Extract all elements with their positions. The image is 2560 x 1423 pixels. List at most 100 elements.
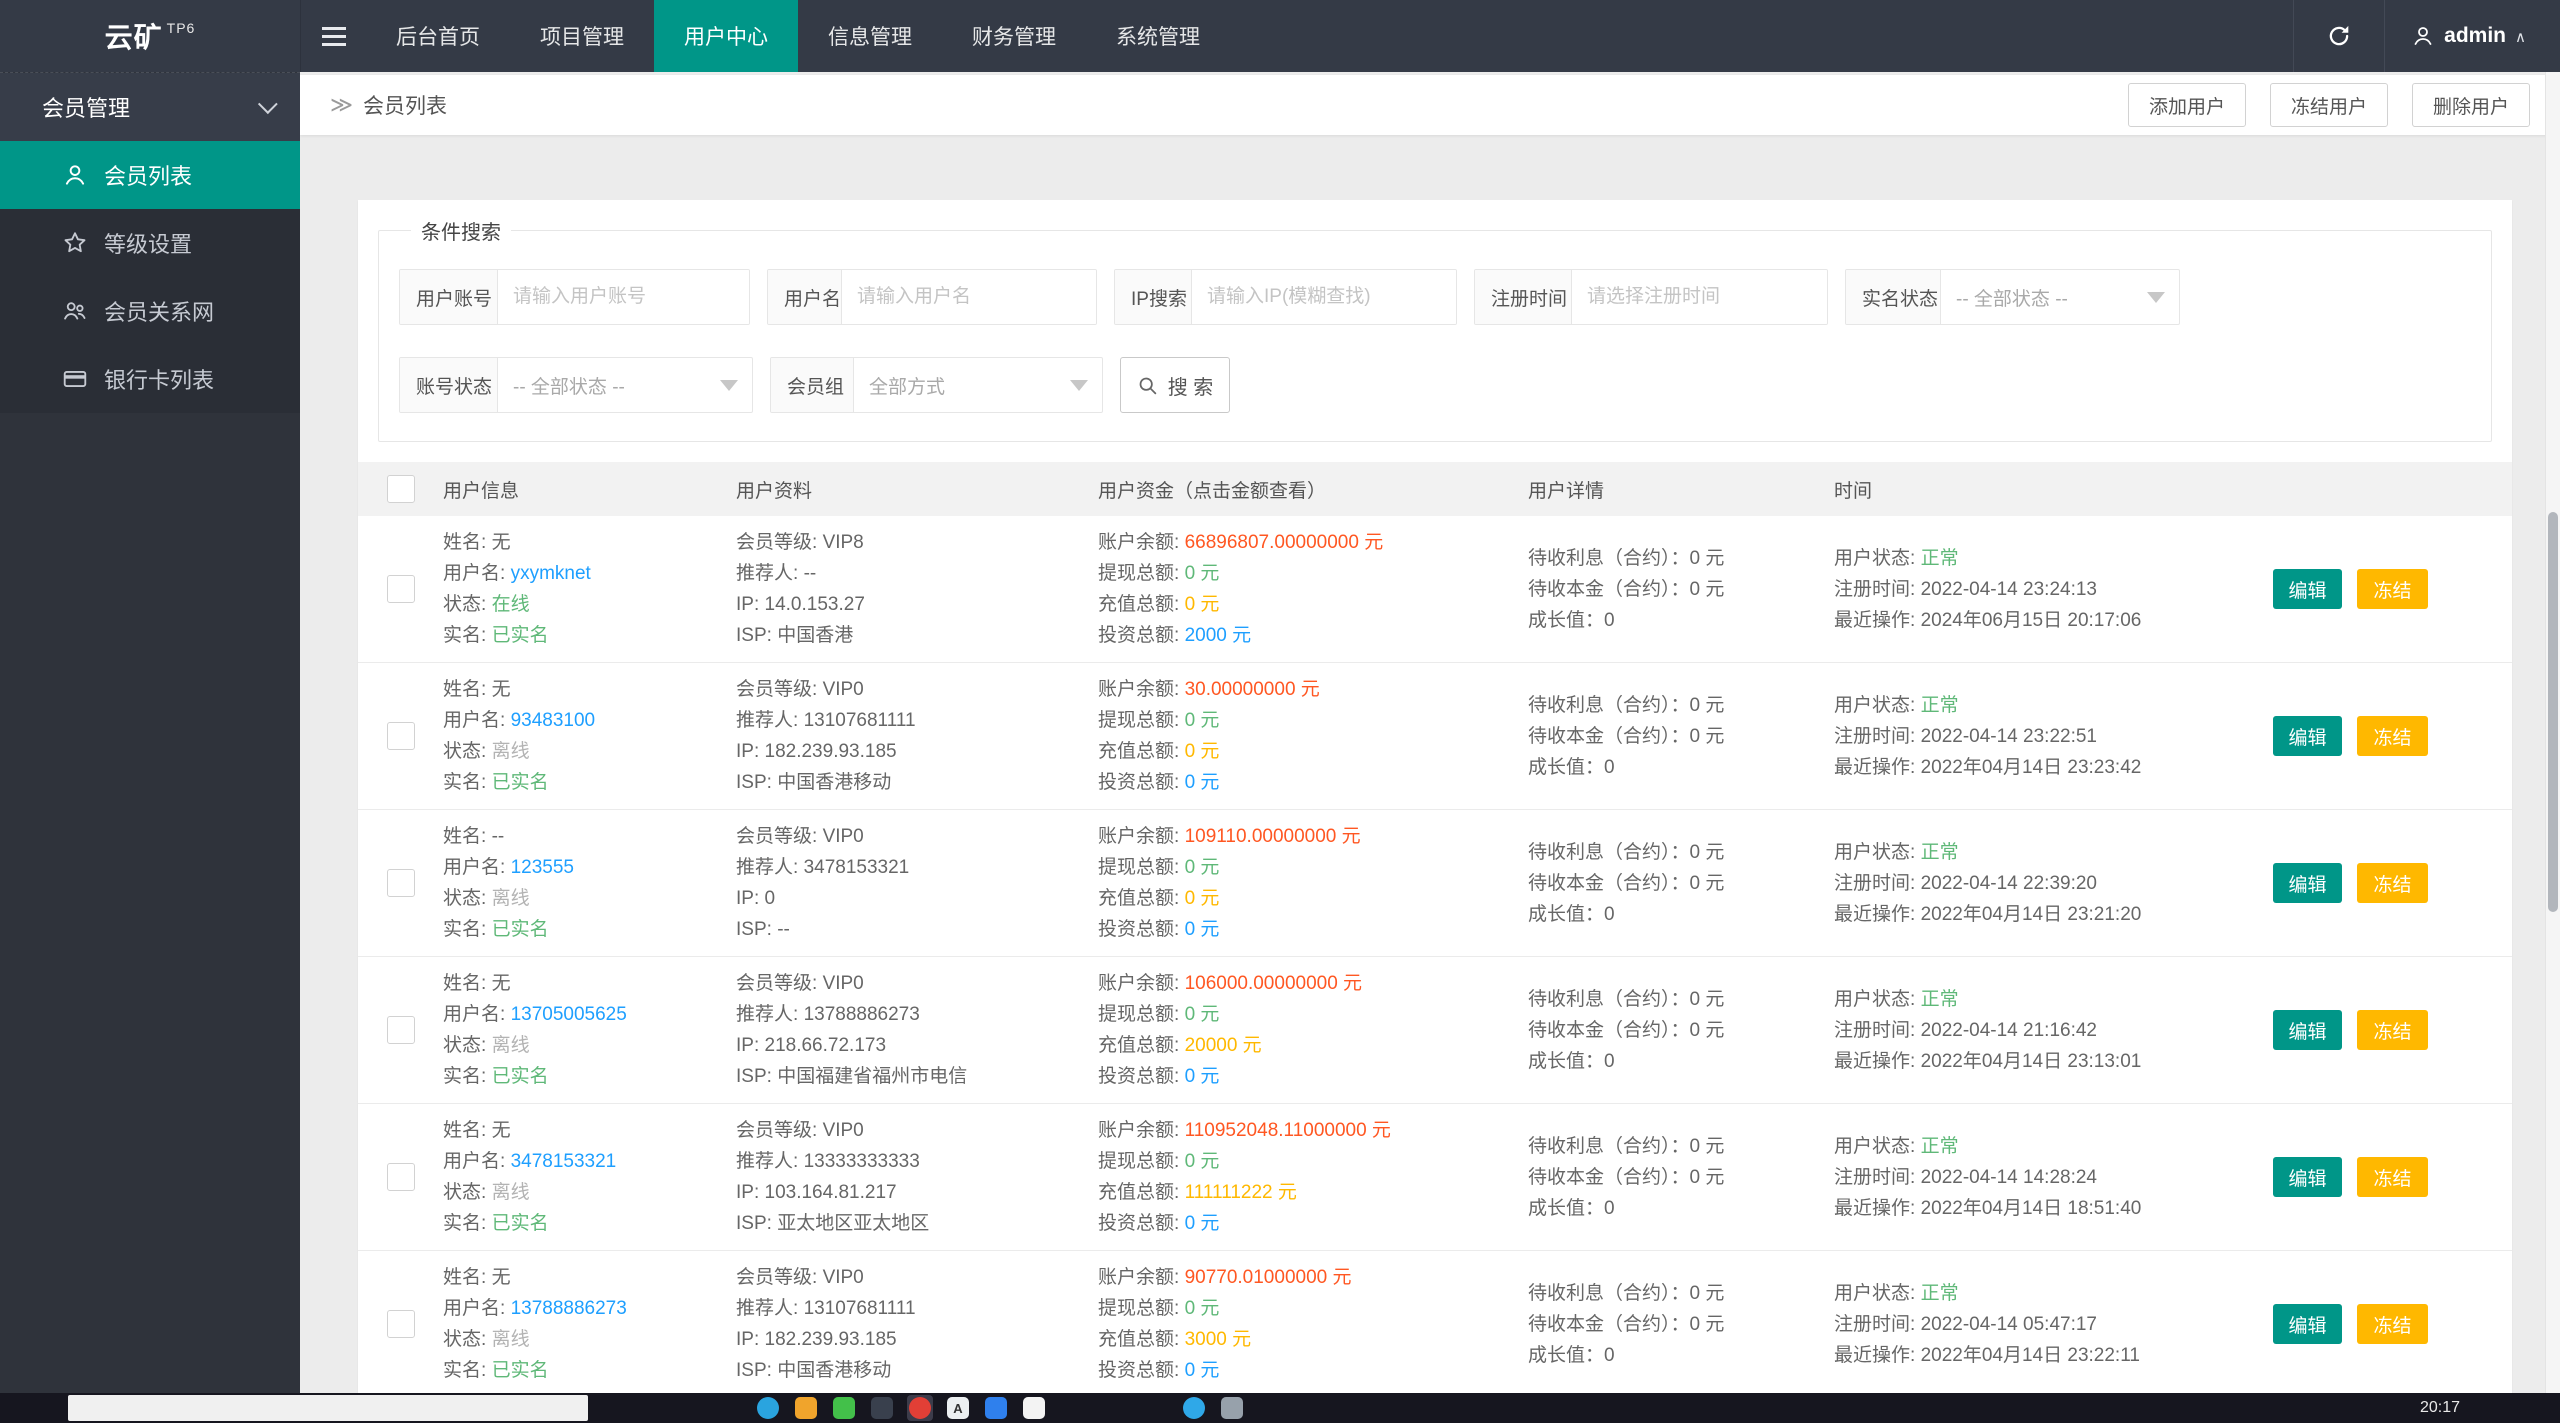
freeze-button[interactable]: 冻结 [2357,716,2428,756]
sidebar-item-会员列表[interactable]: 会员列表 [0,141,300,209]
edit-button[interactable]: 编辑 [2273,1157,2342,1197]
field-status: 状态: 离线 [443,1324,736,1355]
field-recharge: 充值总额: 0 元 [1098,736,1528,767]
nav-item-用户中心[interactable]: 用户中心 [654,0,798,72]
sidebar-group-member-management[interactable]: 会员管理 [0,73,300,141]
dark-app-icon[interactable] [871,1397,893,1419]
row-checkbox[interactable] [387,1163,415,1191]
member-row: 姓名: 无用户名: 93483100状态: 离线实名: 已实名会员等级: VIP… [358,663,2512,810]
field-reg_time: 注册时间: 2022-04-14 14:28:24 [1834,1162,2262,1193]
page-action-冻结用户[interactable]: 冻结用户 [2270,83,2388,127]
menu-collapse-icon[interactable] [300,0,366,72]
blue-app-icon[interactable] [985,1397,1007,1419]
field-label: 账户余额: [1098,532,1185,553]
red-browser-app-icon[interactable] [909,1397,931,1419]
orange-app-icon[interactable] [795,1397,817,1419]
field-value[interactable]: 13788886273 [511,1298,627,1319]
page-action-添加用户[interactable]: 添加用户 [2128,83,2246,127]
field-label: 最近操作: [1834,1051,1921,1072]
search-button[interactable]: 搜 索 [1120,357,1230,413]
table-header: 用户信息用户资料用户资金（点击金额查看）用户详情时间 [358,462,2512,516]
search-input-用户名[interactable] [842,270,1096,324]
row-checkbox[interactable] [387,869,415,897]
field-referrer: 推荐人: 13333333333 [736,1146,1098,1177]
select-value-会员组[interactable]: 全部方式 [854,358,1070,412]
sidebar-item-银行卡列表[interactable]: 银行卡列表 [0,345,300,413]
field-value: 109110.00000000 元 [1185,826,1361,847]
telegram-app-icon[interactable] [757,1397,779,1419]
row-checkbox[interactable] [387,1310,415,1338]
freeze-button[interactable]: 冻结 [2357,863,2428,903]
nav-item-财务管理[interactable]: 财务管理 [942,0,1086,72]
row-actions-cell: 编辑冻结 [2262,1304,2512,1344]
field-value: 亚太地区亚太地区 [777,1213,929,1234]
field-value: 0 元 [1185,594,1220,615]
sidebar-item-会员关系网[interactable]: 会员关系网 [0,277,300,345]
field-balance: 账户余额: 30.00000000 元 [1098,674,1528,705]
field-label: 投资总额: [1098,1213,1185,1234]
breadcrumb-arrow-icon: ≫ [330,92,353,118]
field-label: 最近操作: [1834,904,1921,925]
edit-button[interactable]: 编辑 [2273,716,2342,756]
user-detail-cell: 待收利息（合约）：0 元待收本金（合约）：0 元成长值：0 [1528,1278,1834,1371]
nav-item-系统管理[interactable]: 系统管理 [1086,0,1230,72]
field-value: 66896807.00000000 元 [1185,532,1384,553]
select-value-账号状态[interactable]: -- 全部状态 -- [498,358,720,412]
search-input-用户账号[interactable] [498,270,749,324]
field-recharge: 充值总额: 111111222 元 [1098,1177,1528,1208]
field-value: 0 元 [1185,1213,1220,1234]
field-value: 110952048.11000000 元 [1185,1120,1391,1141]
green-chat-app-icon[interactable] [833,1397,855,1419]
field-value[interactable]: 93483100 [511,710,596,731]
freeze-button[interactable]: 冻结 [2357,1010,2428,1050]
user-profile-cell: 会员等级: VIP0推荐人: 13333333333IP: 103.164.81… [736,1115,1098,1239]
field-label: 姓名: [443,679,492,700]
field-value[interactable]: yxymknet [511,563,591,584]
freeze-button[interactable]: 冻结 [2357,1304,2428,1344]
edit-button[interactable]: 编辑 [2273,1010,2342,1050]
field-growth: 成长值：0 [1528,1193,1834,1224]
edit-button[interactable]: 编辑 [2273,863,2342,903]
taskbar-window-preview[interactable] [68,1395,588,1421]
table-body: 姓名: 无用户名: yxymknet状态: 在线实名: 已实名会员等级: VIP… [358,516,2512,1423]
admin-menu[interactable]: admin ∧ [2385,0,2560,72]
freeze-button[interactable]: 冻结 [2357,569,2428,609]
light-a-app-icon[interactable]: A [947,1397,969,1419]
member-row: 姓名: 无用户名: 13788886273状态: 离线实名: 已实名会员等级: … [358,1251,2512,1398]
select-all-checkbox[interactable] [387,475,415,503]
select-value-实名状态[interactable]: -- 全部状态 -- [1941,270,2147,324]
plane-app-icon[interactable] [1183,1397,1205,1419]
search-input-IP搜索[interactable] [1192,270,1456,324]
gray-app-icon[interactable] [1221,1397,1243,1419]
search-group-账号状态: 账号状态-- 全部状态 -- [399,357,753,413]
field-username: 用户名: 93483100 [443,705,736,736]
refresh-button[interactable] [2294,0,2384,72]
nav-item-信息管理[interactable]: 信息管理 [798,0,942,72]
search-input-注册时间[interactable] [1572,270,1827,324]
nav-item-后台首页[interactable]: 后台首页 [366,0,510,72]
freeze-button[interactable]: 冻结 [2357,1157,2428,1197]
field-value: 正常 [1921,989,1959,1010]
row-checkbox[interactable] [387,575,415,603]
row-checkbox[interactable] [387,722,415,750]
field-label: 待收利息（合约）： [1528,989,1690,1010]
field-value[interactable]: 123555 [511,857,574,878]
white-app-icon[interactable] [1023,1397,1045,1419]
field-growth: 成长值：0 [1528,1340,1834,1371]
field-value: 3478153321 [804,857,910,878]
field-label: 账户余额: [1098,973,1185,994]
page-action-删除用户[interactable]: 删除用户 [2412,83,2530,127]
field-value: 2022-04-14 23:22:51 [1921,726,2097,747]
edit-button[interactable]: 编辑 [2273,569,2342,609]
edit-button[interactable]: 编辑 [2273,1304,2342,1344]
page-scrollbar[interactable] [2545,72,2560,1395]
sidebar-item-等级设置[interactable]: 等级设置 [0,209,300,277]
field-value: VIP0 [823,826,864,847]
nav-item-项目管理[interactable]: 项目管理 [510,0,654,72]
field-value[interactable]: 13705005625 [511,1004,627,1025]
row-checkbox[interactable] [387,1016,415,1044]
scrollbar-thumb[interactable] [2548,512,2558,912]
field-value[interactable]: 3478153321 [511,1151,617,1172]
field-last_op: 最近操作: 2024年06月15日 20:17:06 [1834,605,2262,636]
search-row-1: 用户账号用户名IP搜索注册时间实名状态-- 全部状态 -- [399,269,2471,325]
